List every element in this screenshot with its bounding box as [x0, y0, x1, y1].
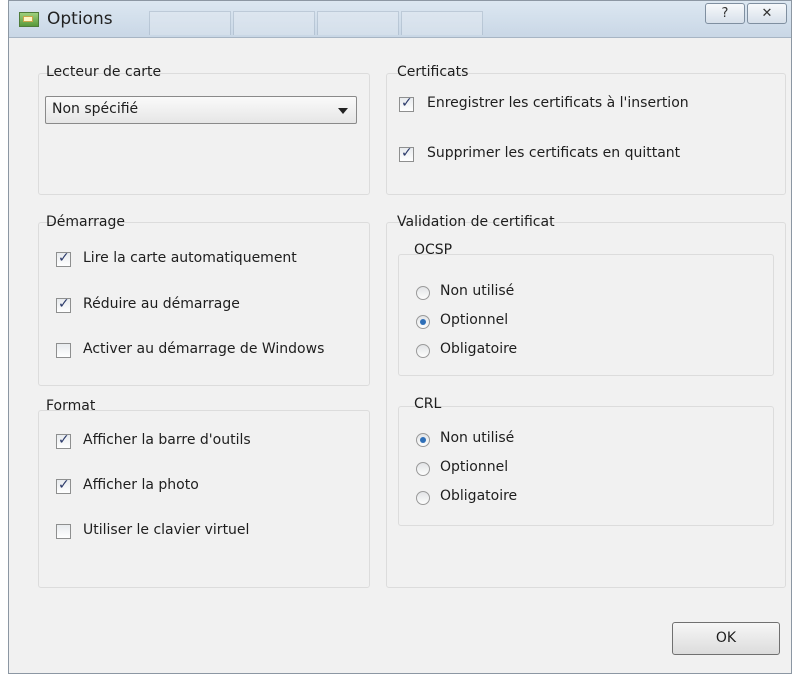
ocsp-optional-radio[interactable] [416, 315, 430, 329]
virtual-keyboard-label[interactable]: Utiliser le clavier virtuel [83, 522, 249, 538]
read-card-checkbox[interactable] [56, 250, 71, 267]
ocsp-not-used-radio[interactable] [416, 286, 430, 300]
format-legend: Format [46, 398, 96, 414]
crl-optional-radio[interactable] [416, 462, 430, 476]
ok-button[interactable]: OK [672, 622, 780, 655]
card-reader-select-value: Non spécifié [52, 101, 139, 117]
background-tab [317, 11, 399, 35]
show-photo-label[interactable]: Afficher la photo [83, 477, 199, 493]
ocsp-required-radio[interactable] [416, 344, 430, 358]
startup-legend: Démarrage [46, 214, 125, 230]
ocsp-legend: OCSP [414, 242, 453, 258]
read-card-label[interactable]: Lire la carte automatiquement [83, 250, 297, 266]
ocsp-required-label[interactable]: Obligatoire [440, 341, 517, 357]
chevron-down-icon [338, 108, 348, 114]
window-title: Options [47, 9, 113, 29]
card-reader-select[interactable]: Non spécifié [45, 96, 357, 124]
crl-legend: CRL [414, 396, 442, 412]
background-tabs [149, 11, 489, 37]
card-reader-group [38, 73, 370, 195]
ok-button-label: OK [715, 630, 737, 646]
show-toolbar-checkbox[interactable] [56, 432, 71, 449]
crl-not-used-label[interactable]: Non utilisé [440, 430, 514, 446]
background-tab [233, 11, 315, 35]
close-icon: ✕ [761, 6, 773, 21]
windows-startup-checkbox[interactable] [56, 343, 71, 358]
background-tab [149, 11, 231, 35]
crl-not-used-radio[interactable] [416, 433, 430, 447]
certificates-legend: Certificats [397, 64, 469, 80]
close-button[interactable]: ✕ [747, 3, 787, 24]
crl-required-label[interactable]: Obligatoire [440, 488, 517, 504]
save-certificates-checkbox[interactable] [399, 95, 414, 112]
certificates-group [386, 73, 786, 195]
crl-optional-label[interactable]: Optionnel [440, 459, 508, 475]
card-reader-legend: Lecteur de carte [46, 64, 162, 80]
ocsp-optional-label[interactable]: Optionnel [440, 312, 508, 328]
crl-required-radio[interactable] [416, 491, 430, 505]
minimize-startup-checkbox[interactable] [56, 296, 71, 313]
show-toolbar-label[interactable]: Afficher la barre d'outils [83, 432, 251, 448]
delete-certificates-checkbox[interactable] [399, 145, 414, 162]
help-icon: ? [721, 6, 729, 21]
delete-certificates-label[interactable]: Supprimer les certificats en quittant [427, 145, 680, 161]
background-tab [401, 11, 483, 35]
save-certificates-label[interactable]: Enregistrer les certificats à l'insertio… [427, 95, 689, 111]
app-icon [19, 12, 39, 27]
certificate-validation-legend: Validation de certificat [397, 214, 555, 230]
help-button[interactable]: ? [705, 3, 745, 24]
show-photo-checkbox[interactable] [56, 477, 71, 494]
ocsp-not-used-label[interactable]: Non utilisé [440, 283, 514, 299]
title-bar[interactable]: Options ? ✕ [9, 1, 791, 38]
windows-startup-label[interactable]: Activer au démarrage de Windows [83, 341, 324, 357]
minimize-startup-label[interactable]: Réduire au démarrage [83, 296, 240, 312]
virtual-keyboard-checkbox[interactable] [56, 524, 71, 539]
